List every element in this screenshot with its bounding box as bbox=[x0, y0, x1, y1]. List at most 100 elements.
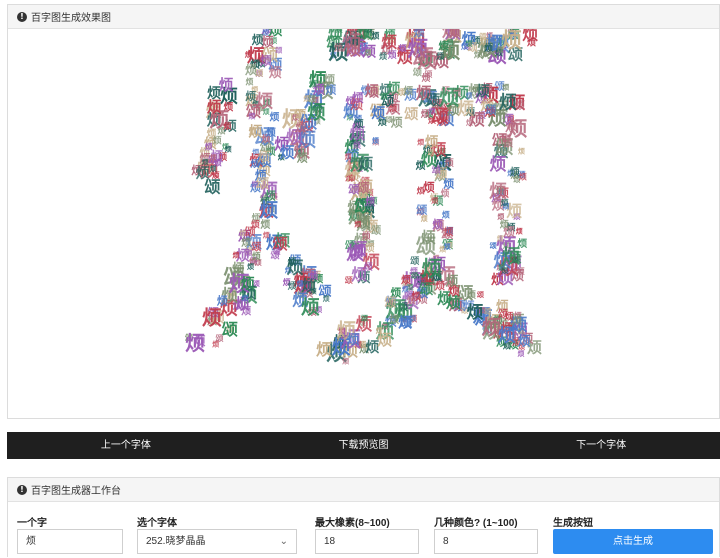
info-icon: ! bbox=[17, 11, 27, 22]
cloud-glyph: 烦 bbox=[399, 43, 407, 53]
cloud-glyph: 烦 bbox=[207, 98, 222, 116]
cloud-glyph: 颂 bbox=[385, 115, 392, 124]
cloud-glyph: 烦 bbox=[351, 265, 367, 284]
cloud-glyph: 烦 bbox=[248, 111, 255, 120]
cloud-glyph: 烦 bbox=[353, 140, 361, 150]
cloud-glyph: 烦 bbox=[365, 48, 372, 57]
action-bar: 上一个字体 下载预览图 下一个字体 bbox=[7, 432, 720, 459]
cloud-glyph: 烦 bbox=[461, 42, 468, 51]
cloud-glyph: 烦 bbox=[510, 165, 520, 178]
cloud-glyph: 颂 bbox=[410, 256, 419, 267]
cloud-glyph: 烦 bbox=[398, 315, 412, 331]
size-input-value: 18 bbox=[324, 536, 336, 547]
cloud-glyph: 烦 bbox=[516, 226, 523, 235]
char-input-value: 烦 bbox=[26, 536, 36, 547]
font-label: 选个字体 bbox=[137, 518, 177, 529]
font-select[interactable]: 252.晓梦晶晶 ⌄ bbox=[137, 529, 297, 554]
cloud-glyph: 烦 bbox=[241, 276, 255, 292]
workbench-panel: ! 百字图生成器工作台 一个字 烦 选个字体 252.晓梦晶晶 ⌄ 最大橡素(8… bbox=[7, 477, 720, 557]
cloud-glyph: 颂 bbox=[274, 247, 281, 256]
chevron-down-icon: ⌄ bbox=[279, 536, 288, 547]
cloud-glyph: 烦 bbox=[266, 126, 276, 139]
cloud-glyph: 烦 bbox=[347, 333, 360, 348]
cloud-glyph: 烦 bbox=[431, 196, 438, 205]
cloud-glyph: 颂 bbox=[222, 320, 238, 339]
cloud-glyph: 烦 bbox=[316, 340, 332, 359]
preview-panel: ! 百字图生成效果图 烦烦烦烦烦烦烦烦烦烦烦烦烦烦颂烦烦烦烦烦颂烦烦烦烦烦颂颂烦… bbox=[7, 4, 720, 419]
cloud-glyph: 烦 bbox=[443, 178, 454, 191]
cloud-glyph: 烦 bbox=[202, 305, 222, 329]
cloud-glyph: 烦 bbox=[233, 251, 240, 260]
cloud-glyph: 烦 bbox=[323, 294, 330, 303]
cloud-glyph: 烦 bbox=[501, 29, 522, 53]
cloud-glyph: 烦 bbox=[287, 258, 304, 279]
cloud-glyph: 烦 bbox=[252, 33, 264, 47]
cloud-glyph: 烦 bbox=[499, 92, 517, 114]
cloud-glyph: 颂 bbox=[371, 224, 381, 237]
cloud-glyph: 烦 bbox=[437, 115, 447, 128]
cloud-glyph: 烦 bbox=[489, 180, 507, 202]
preview-title: 百字图生成效果图 bbox=[31, 13, 111, 24]
cloud-glyph: 烦 bbox=[504, 311, 513, 323]
cloud-glyph: 烦 bbox=[401, 273, 411, 286]
cloud-glyph: 烦 bbox=[380, 91, 387, 100]
generate-button[interactable]: 点击生成 bbox=[553, 529, 713, 554]
cloud-glyph: 烦 bbox=[501, 266, 508, 275]
char-label: 一个字 bbox=[17, 518, 47, 529]
cloud-glyph: 烦 bbox=[391, 115, 403, 129]
cloud-glyph: 烦 bbox=[257, 151, 270, 166]
next-font-button[interactable]: 下一个字体 bbox=[482, 432, 720, 459]
colors-input-value: 8 bbox=[443, 536, 449, 547]
cloud-glyph: 烦 bbox=[402, 285, 409, 294]
cloud-glyph: 颂 bbox=[348, 182, 359, 196]
cloud-glyph: 颂 bbox=[424, 70, 432, 79]
cloud-glyph: 烦 bbox=[414, 29, 425, 39]
cloud-glyph: 烦 bbox=[518, 335, 531, 350]
cloud-glyph: 烦 bbox=[372, 136, 379, 145]
colors-input[interactable]: 8 bbox=[434, 529, 538, 554]
download-preview-button[interactable]: 下载预览图 bbox=[245, 432, 483, 459]
cloud-glyph: 颂 bbox=[413, 46, 434, 70]
cloud-glyph: 烦 bbox=[500, 219, 509, 231]
cloud-glyph: 烦 bbox=[508, 116, 528, 140]
prev-font-button[interactable]: 上一个字体 bbox=[7, 432, 245, 459]
colors-label: 几种颜色? (1~100) bbox=[434, 518, 518, 529]
cloud-glyph: 烦 bbox=[366, 203, 375, 215]
cloud-glyph: 颂 bbox=[275, 45, 282, 54]
cloud-glyph: 烦 bbox=[288, 280, 297, 292]
size-input[interactable]: 18 bbox=[315, 529, 419, 554]
cloud-glyph: 烦 bbox=[323, 73, 335, 87]
cloud-glyph: 烦 bbox=[247, 262, 254, 271]
info-icon: ! bbox=[17, 484, 27, 495]
cloud-glyph: 烦 bbox=[457, 98, 474, 119]
cloud-glyph: 烦 bbox=[381, 32, 397, 51]
cloud-glyph: 烦 bbox=[252, 251, 261, 263]
cloud-glyph: 烦 bbox=[213, 135, 222, 147]
cloud-glyph: 烦 bbox=[196, 166, 210, 182]
cloud-glyph: 烦 bbox=[246, 77, 254, 87]
cloud-glyph: 烦 bbox=[447, 38, 454, 47]
cloud-glyph: 颂 bbox=[419, 282, 433, 298]
cloud-glyph: 烦 bbox=[263, 231, 270, 240]
cloud-glyph: 颂 bbox=[361, 314, 368, 323]
cloud-glyph: 烦 bbox=[297, 152, 308, 165]
cloud-glyph: 烦 bbox=[423, 180, 435, 194]
cloud-glyph: 烦 bbox=[501, 245, 520, 267]
word-cloud-svg: 烦烦烦烦烦烦烦烦烦烦烦烦 烦烦颂烦烦烦烦烦颂烦烦烦烦烦颂颂烦烦烦颂烦烦颂烦烦烦烦烦… bbox=[185, 29, 542, 366]
cloud-glyph: 烦 bbox=[417, 138, 424, 147]
cloud-glyph: 烦 bbox=[194, 334, 206, 348]
cloud-glyph: 烦 bbox=[260, 54, 272, 68]
cloud-glyph: 烦 bbox=[297, 279, 304, 288]
cloud-glyph: 烦 bbox=[350, 253, 357, 262]
cloud-glyph: 烦 bbox=[239, 229, 246, 238]
size-label: 最大橡素(8~100) bbox=[315, 518, 390, 529]
cloud-glyph: 颂 bbox=[384, 296, 396, 310]
cloud-glyph: 烦 bbox=[472, 85, 479, 94]
cloud-glyph: 烦 bbox=[223, 121, 231, 131]
cloud-glyph: 烦 bbox=[295, 121, 306, 134]
cloud-glyph: 烦 bbox=[365, 84, 379, 100]
cloud-glyph: 烦 bbox=[379, 51, 387, 61]
char-input[interactable]: 烦 bbox=[17, 529, 123, 554]
cloud-glyph: 颂 bbox=[404, 107, 418, 123]
cloud-glyph: 烦 bbox=[265, 190, 276, 203]
